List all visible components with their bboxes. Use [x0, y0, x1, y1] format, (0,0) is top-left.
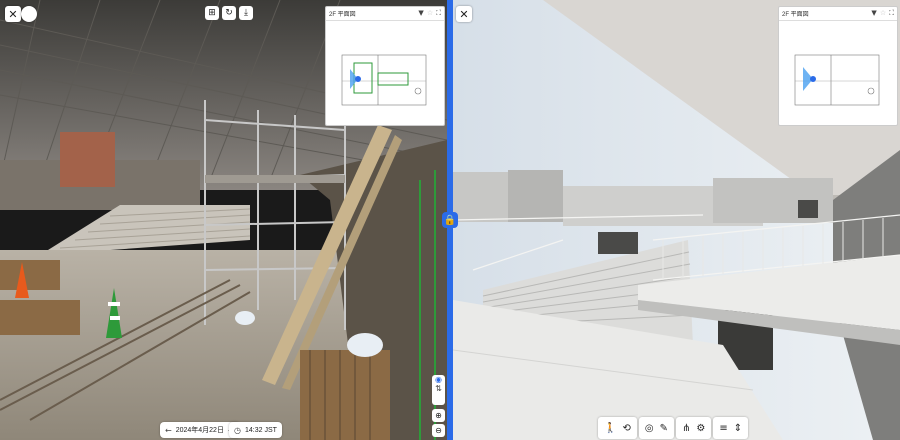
- camera-icon[interactable]: ◎: [645, 423, 654, 434]
- orbit-icon[interactable]: ⟲: [622, 423, 630, 434]
- zoom-in-icon: ⊕: [435, 411, 442, 420]
- time-selector[interactable]: ◷ 14:32 JST: [229, 422, 282, 438]
- dropdown-icon[interactable]: ▼: [871, 9, 876, 18]
- date-label: 2024年4月22日: [175, 427, 224, 434]
- time-label: 14:32 JST: [244, 426, 277, 434]
- rotate-button[interactable]: ↻: [222, 6, 236, 20]
- zoom-out-button[interactable]: ⊖: [432, 424, 445, 437]
- close-icon: ✕: [459, 7, 469, 21]
- download-button[interactable]: ⤓: [239, 6, 253, 20]
- zoom-in-button[interactable]: ⊕: [432, 409, 445, 422]
- measure-icon[interactable]: ✎: [660, 423, 668, 434]
- floor-plan[interactable]: [326, 21, 444, 125]
- sync-lock-button[interactable]: 🔒: [442, 212, 458, 228]
- layers-icon[interactable]: ≡: [719, 423, 727, 434]
- floor-plan[interactable]: [779, 21, 897, 125]
- bim-view[interactable]: ✕ 2F 平面図 ▼ ☆ ⛶ 🚶 ⟲ ◎ ✎ ⋔ ⚙ ≡ ⇕: [453, 0, 900, 440]
- star-icon[interactable]: ☆: [880, 9, 886, 18]
- add-icon: ⊞: [208, 8, 216, 18]
- lock-icon: 🔒: [443, 214, 457, 226]
- minimap-right[interactable]: 2F 平面図 ▼ ☆ ⛶: [778, 6, 898, 126]
- swap-icon[interactable]: ⇅: [435, 384, 442, 393]
- eye-icon[interactable]: ◉: [435, 375, 442, 384]
- minimap-left[interactable]: 2F 平面図 ▼ ☆ ⛶: [325, 6, 445, 126]
- close-right-button[interactable]: ✕: [456, 6, 472, 22]
- prev-icon[interactable]: ←: [165, 426, 172, 435]
- view-mode-control[interactable]: ◉ ⇅: [432, 375, 445, 405]
- clock-icon: ◷: [234, 425, 241, 435]
- date-selector[interactable]: ← 2024年4月22日 →: [160, 422, 240, 438]
- star-icon[interactable]: ☆: [427, 9, 433, 18]
- fullscreen-icon[interactable]: ⛶: [889, 9, 894, 18]
- avatar-button[interactable]: [21, 6, 37, 22]
- walk-mode-icon[interactable]: 🚶: [604, 423, 616, 434]
- photo-view[interactable]: ✕ ⊞ ↻ ⤓ 2F 平面図 ▼ ☆ ⛶ ◉ ⇅ ⊕ ⊖ ← 2024年4月22…: [0, 0, 447, 440]
- settings-icon[interactable]: ⚙: [696, 423, 705, 434]
- add-pin-button[interactable]: ⊞: [205, 6, 219, 20]
- close-icon: ✕: [8, 7, 18, 21]
- structure-icon[interactable]: ⋔: [682, 423, 690, 434]
- level-stepper-icon[interactable]: ⇕: [734, 423, 742, 434]
- zoom-out-icon: ⊖: [435, 426, 442, 435]
- minimap-title: 2F 平面図: [782, 12, 809, 18]
- dropdown-icon[interactable]: ▼: [418, 9, 423, 18]
- minimap-title: 2F 平面図: [329, 12, 356, 18]
- close-left-button[interactable]: ✕: [5, 6, 21, 22]
- rotate-icon: ↻: [225, 8, 233, 18]
- download-icon: ⤓: [244, 8, 248, 18]
- fullscreen-icon[interactable]: ⛶: [436, 9, 441, 18]
- bim-toolbar: 🚶 ⟲ ◎ ✎ ⋔ ⚙ ≡ ⇕: [598, 417, 749, 439]
